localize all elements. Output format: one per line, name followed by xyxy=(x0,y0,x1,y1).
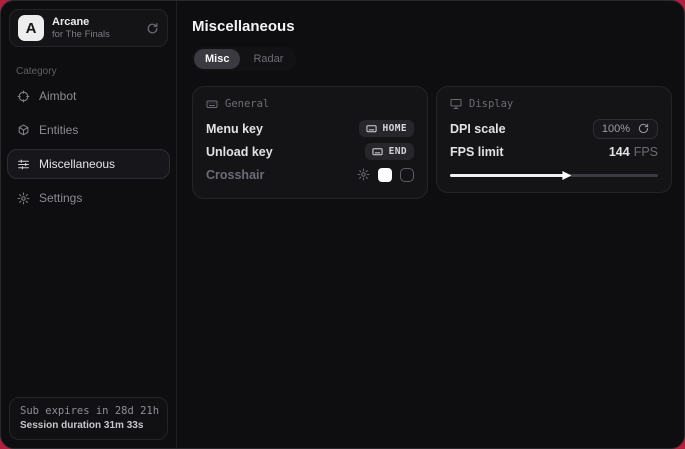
tab-bar: Misc Radar xyxy=(192,47,296,71)
refresh-icon[interactable] xyxy=(146,22,159,35)
session-duration-text: Session duration 31m 33s xyxy=(20,420,157,431)
menu-key-value: HOME xyxy=(383,123,407,134)
fps-limit-value: 144 FPS xyxy=(609,145,658,159)
slider-thumb[interactable] xyxy=(562,171,571,180)
display-card-title: Display xyxy=(469,98,513,110)
app-meta: Arcane for The Finals xyxy=(52,16,110,41)
cards-row: General Menu key HOME Unload key xyxy=(192,86,672,199)
tab-misc[interactable]: Misc xyxy=(194,49,240,69)
fps-limit-row: FPS limit 144 FPS xyxy=(450,140,658,163)
sidebar-item-label: Aimbot xyxy=(39,89,76,103)
app-header-card: A Arcane for The Finals xyxy=(9,9,168,47)
sliders-icon xyxy=(17,158,30,171)
sidebar-item-aimbot[interactable]: Aimbot xyxy=(7,81,170,111)
crosshair-settings-gear-icon[interactable] xyxy=(357,168,370,181)
fps-unit: FPS xyxy=(634,145,658,159)
keyboard-icon xyxy=(372,146,383,157)
sidebar-item-label: Entities xyxy=(39,123,78,137)
main-content: Miscellaneous Misc Radar General Menu ke… xyxy=(177,1,685,448)
sidebar-item-miscellaneous[interactable]: Miscellaneous xyxy=(7,149,170,179)
category-label: Category xyxy=(16,66,176,77)
crosshair-color-swatch[interactable] xyxy=(378,168,392,182)
app-name: Arcane xyxy=(52,16,110,29)
dpi-scale-label: DPI scale xyxy=(450,122,506,136)
box-icon xyxy=(17,124,30,137)
menu-key-row: Menu key HOME xyxy=(206,117,414,140)
unload-key-label: Unload key xyxy=(206,145,273,159)
app-subtitle: for The Finals xyxy=(52,29,110,40)
unload-key-row: Unload key END xyxy=(206,140,414,163)
crosshair-row: Crosshair xyxy=(206,163,414,186)
menu-key-label: Menu key xyxy=(206,122,263,136)
display-card-header: Display xyxy=(450,98,658,110)
crosshair-label: Crosshair xyxy=(206,168,264,182)
crosshair-icon xyxy=(17,90,30,103)
unload-key-button[interactable]: END xyxy=(365,143,414,160)
fps-limit-slider[interactable] xyxy=(450,170,658,180)
crosshair-controls xyxy=(357,168,414,182)
dpi-scale-value: 100% xyxy=(602,123,630,135)
keyboard-icon xyxy=(366,123,377,134)
sidebar-item-label: Settings xyxy=(39,191,82,205)
tab-radar[interactable]: Radar xyxy=(242,49,294,69)
sidebar-item-settings[interactable]: Settings xyxy=(7,183,170,213)
app-window: A Arcane for The Finals Category Aimbot xyxy=(0,0,685,449)
general-card-title: General xyxy=(225,98,269,110)
unload-key-value: END xyxy=(389,146,407,157)
crosshair-checkbox[interactable] xyxy=(400,168,414,182)
dpi-scale-control[interactable]: 100% xyxy=(593,119,658,139)
monitor-icon xyxy=(450,98,462,110)
sidebar-item-label: Miscellaneous xyxy=(39,157,115,171)
fps-limit-label: FPS limit xyxy=(450,145,503,159)
keyboard-icon xyxy=(206,98,218,110)
general-card: General Menu key HOME Unload key xyxy=(192,86,428,199)
rotate-cw-icon[interactable] xyxy=(638,123,649,134)
slider-fill xyxy=(450,174,564,177)
menu-key-button[interactable]: HOME xyxy=(359,120,414,137)
page-title: Miscellaneous xyxy=(192,18,672,35)
subscription-card: Sub expires in 28d 21h Session duration … xyxy=(9,397,168,440)
sidebar-nav: Aimbot Entities Miscellaneous xyxy=(1,79,176,215)
display-card: Display DPI scale 100% FPS limit xyxy=(436,86,672,193)
gear-icon xyxy=(17,192,30,205)
general-card-header: General xyxy=(206,98,414,110)
sub-expiry-text: Sub expires in 28d 21h xyxy=(20,405,157,417)
fps-number: 144 xyxy=(609,145,630,159)
sidebar-item-entities[interactable]: Entities xyxy=(7,115,170,145)
sidebar: A Arcane for The Finals Category Aimbot xyxy=(1,1,177,448)
dpi-scale-row: DPI scale 100% xyxy=(450,117,658,140)
app-logo: A xyxy=(18,15,44,41)
